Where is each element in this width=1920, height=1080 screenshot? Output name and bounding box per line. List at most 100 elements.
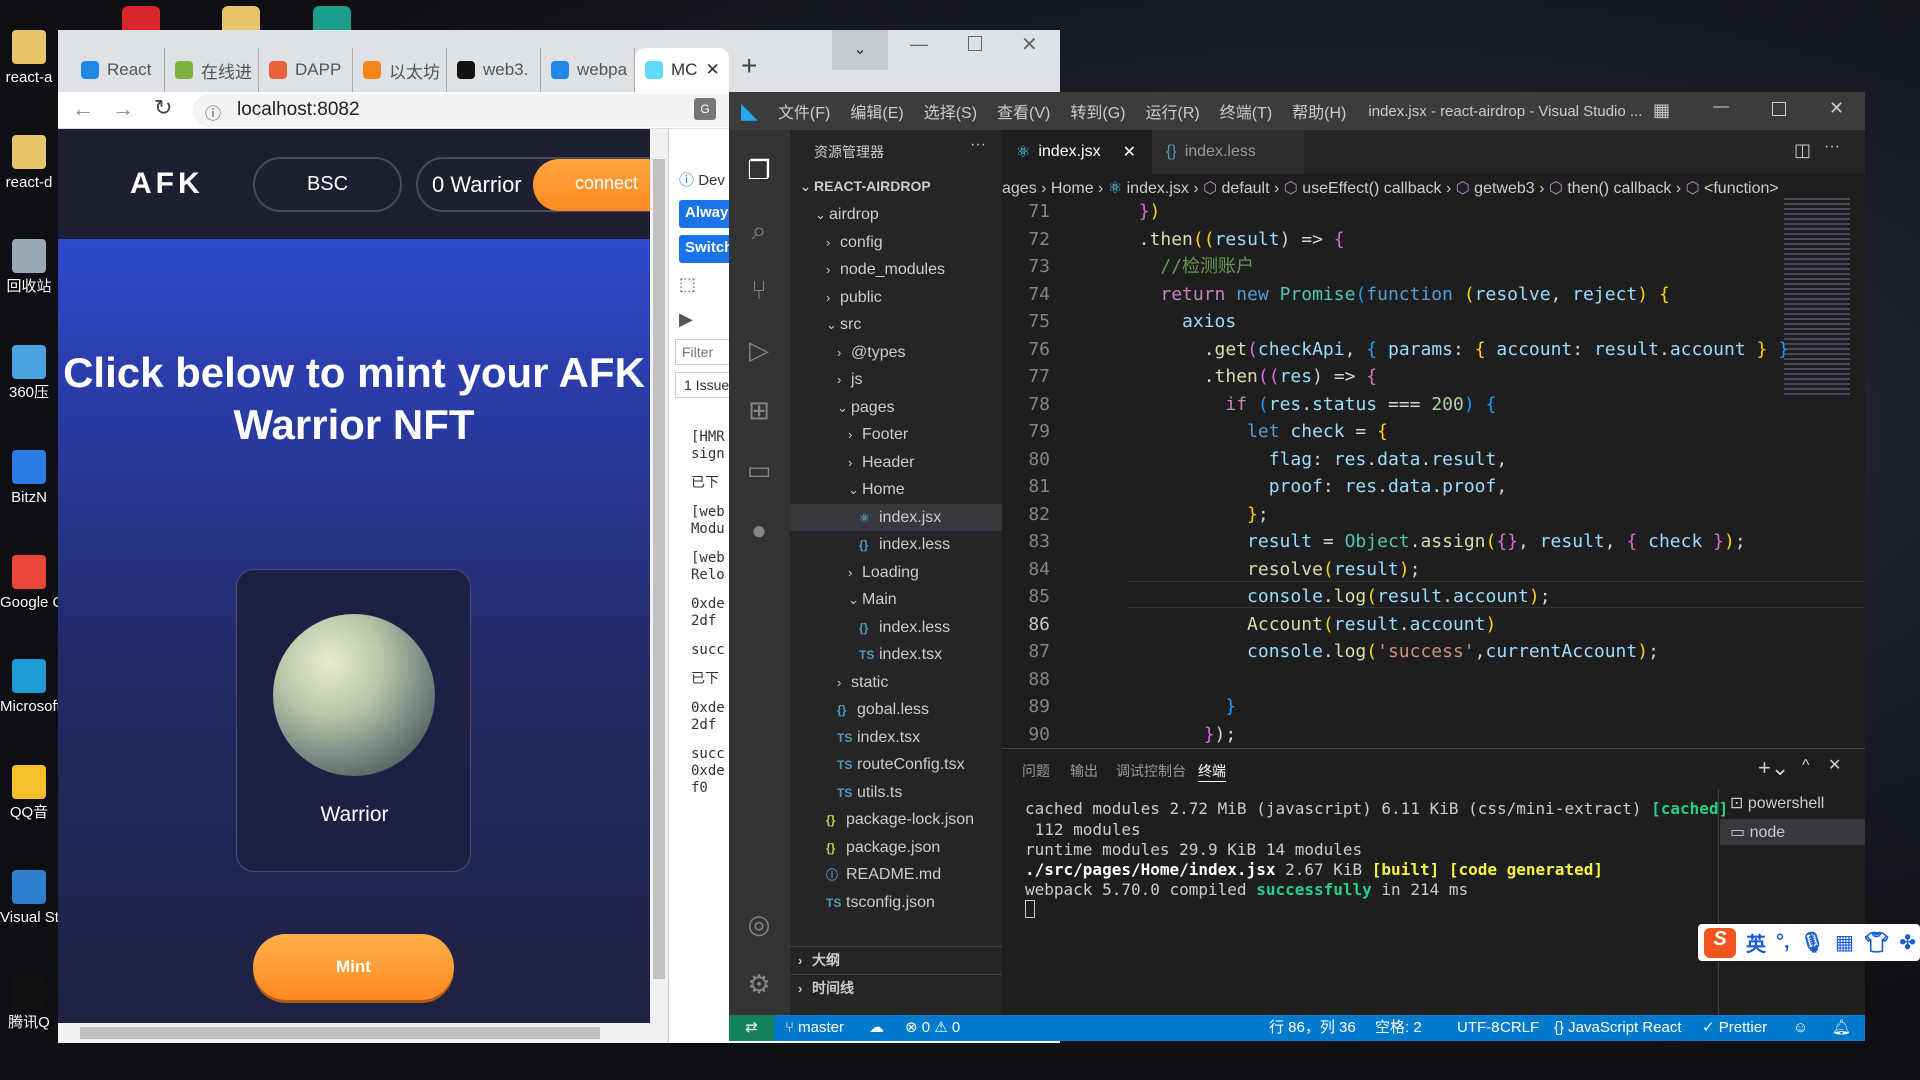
tree-item[interactable]: ⌄ airdrop bbox=[790, 201, 1002, 228]
account-icon[interactable]: ◎ bbox=[743, 908, 775, 940]
tree-item[interactable]: › config bbox=[790, 229, 1002, 256]
tree-item[interactable]: {} index.less bbox=[790, 531, 1002, 558]
tree-item[interactable]: {} index.less bbox=[790, 614, 1002, 641]
tree-item[interactable]: › Header bbox=[790, 449, 1002, 476]
workspace-root[interactable]: ⌄ REACT-AIRDROP bbox=[790, 173, 1002, 200]
code-editor[interactable]: 71 }) 72 .then((result) => {73 //检测账户 74 r… bbox=[1002, 198, 1802, 748]
tree-item[interactable]: TS routeConfig.tsx bbox=[790, 751, 1002, 778]
desktop-icon[interactable]: Google Chrome bbox=[0, 555, 58, 613]
menu-item[interactable]: 运行(R) bbox=[1146, 99, 1200, 123]
menu-item[interactable]: 选择(S) bbox=[924, 99, 977, 123]
remote-explorer-icon[interactable]: ▭ bbox=[743, 454, 775, 486]
tree-item[interactable]: {} gobal.less bbox=[790, 696, 1002, 723]
encoding[interactable]: UTF-8 bbox=[1457, 1015, 1500, 1041]
ime-mode[interactable]: 英 bbox=[1746, 928, 1766, 957]
timeline-section[interactable]: › 时间线 bbox=[790, 974, 1002, 1001]
menu-item[interactable]: 转到(G) bbox=[1070, 99, 1125, 123]
minimize-button[interactable]: — bbox=[910, 34, 928, 55]
maximize-panel-icon[interactable]: ^ bbox=[1802, 757, 1810, 775]
microphone-icon[interactable]: 🎙︎ bbox=[1800, 930, 1825, 955]
terminal-powershell[interactable]: ⊡ powershell bbox=[1730, 793, 1824, 813]
desktop-icon[interactable]: react-a bbox=[0, 30, 58, 88]
desktop-icon[interactable]: 腾讯Q bbox=[0, 975, 58, 1033]
translate-icon[interactable]: G bbox=[694, 98, 716, 120]
notifications-bell-icon[interactable]: 🔔︎ bbox=[1832, 1015, 1851, 1041]
feedback-icon[interactable]: ☺ bbox=[1793, 1015, 1808, 1041]
source-control-icon[interactable]: ⑂ bbox=[743, 274, 775, 306]
afk-logo[interactable]: AFK bbox=[130, 167, 204, 201]
reload-icon[interactable]: ↻ bbox=[154, 95, 172, 121]
layout-icon[interactable]: ▦ bbox=[1653, 100, 1670, 121]
browser-tab[interactable]: webpa bbox=[541, 48, 635, 92]
maximize-button[interactable] bbox=[968, 36, 982, 51]
desktop-icon[interactable]: BitzN bbox=[0, 450, 58, 508]
tree-item[interactable]: ⚛ index.jsx bbox=[790, 503, 1002, 531]
panel-tab[interactable]: 问题 bbox=[1022, 761, 1050, 781]
tree-item[interactable]: TS index.tsx bbox=[790, 724, 1002, 751]
more-actions-icon[interactable]: ··· bbox=[970, 136, 986, 154]
tree-item[interactable]: › static bbox=[790, 669, 1002, 696]
github-icon[interactable]: ● bbox=[743, 514, 775, 546]
breadcrumb-item[interactable]: index.jsx bbox=[1127, 180, 1189, 197]
tree-item[interactable]: ⌄ pages bbox=[790, 394, 1002, 421]
tree-item[interactable]: ⌄ Main bbox=[790, 586, 1002, 613]
breadcrumb-item[interactable]: useEffect() callback bbox=[1302, 180, 1441, 197]
breadcrumb-item[interactable]: ages bbox=[1002, 180, 1037, 197]
menu-item[interactable]: 终端(T) bbox=[1220, 99, 1272, 123]
close-button[interactable]: ✕ bbox=[1021, 32, 1038, 57]
breadcrumb-item[interactable]: Home bbox=[1051, 180, 1094, 197]
network-button[interactable]: BSC bbox=[253, 157, 402, 212]
breadcrumb-item[interactable]: then() callback bbox=[1567, 180, 1671, 197]
close-panel-icon[interactable]: ✕ bbox=[1828, 755, 1841, 775]
page-horizontal-scrollbar[interactable] bbox=[58, 1023, 668, 1043]
panel-tab[interactable]: 输出 bbox=[1070, 761, 1098, 781]
url-bar[interactable]: ⓘ localhost:8082 bbox=[193, 94, 763, 127]
back-icon[interactable]: ← bbox=[72, 96, 94, 122]
prettier-status[interactable]: ✓ Prettier bbox=[1702, 1015, 1767, 1041]
panel-tab[interactable]: 终端 bbox=[1198, 761, 1226, 782]
tab-index-jsx[interactable]: ⚛ index.jsx ✕ bbox=[1002, 130, 1152, 174]
tree-item[interactable]: ⌄ src bbox=[790, 311, 1002, 338]
connect-button[interactable]: connect bbox=[533, 159, 650, 211]
menu-item[interactable]: 编辑(E) bbox=[850, 99, 903, 123]
split-editor-icon[interactable]: ◫ bbox=[1794, 140, 1811, 161]
breadcrumb-item[interactable]: <function> bbox=[1704, 180, 1779, 197]
branch-status[interactable]: ⑂ master bbox=[785, 1015, 844, 1041]
desktop-icon[interactable]: 360压 bbox=[0, 345, 58, 403]
ime-toolbar[interactable]: S 英 °, 🎙︎ ▦ 👕︎ ✤ bbox=[1698, 924, 1920, 961]
tree-item[interactable]: TS index.tsx bbox=[790, 641, 1002, 668]
browser-tab[interactable]: web3. bbox=[447, 48, 541, 92]
browser-tab[interactable]: MC ✕ bbox=[635, 48, 729, 92]
desktop-icon[interactable]: 回收站 bbox=[0, 239, 58, 297]
breadcrumb-item[interactable]: default bbox=[1222, 180, 1270, 197]
minimap[interactable] bbox=[1784, 198, 1850, 398]
menu-item[interactable]: 帮助(H) bbox=[1292, 99, 1346, 123]
new-terminal-icon[interactable]: +⌄ bbox=[1758, 755, 1789, 781]
close-tab-icon[interactable]: ✕ bbox=[1123, 142, 1136, 162]
tree-item[interactable]: ⌄ Home bbox=[790, 476, 1002, 503]
run-debug-icon[interactable]: ▷ bbox=[743, 334, 775, 366]
browser-tab[interactable]: 以太坊 bbox=[353, 48, 447, 92]
tree-item[interactable]: › node_modules bbox=[790, 256, 1002, 283]
inspect-icon[interactable]: ⬚ bbox=[679, 274, 696, 295]
tree-item[interactable]: › public bbox=[790, 284, 1002, 311]
maximize-button[interactable] bbox=[1772, 102, 1786, 116]
indentation[interactable]: 空格: 2 bbox=[1375, 1015, 1422, 1041]
tab-search-chevron-icon[interactable]: ⌄ bbox=[832, 30, 888, 70]
tree-item[interactable]: › js bbox=[790, 366, 1002, 393]
tree-item[interactable]: TS utils.ts bbox=[790, 779, 1002, 806]
tree-item[interactable]: › @types bbox=[790, 339, 1002, 366]
site-info-icon[interactable]: ⓘ bbox=[205, 100, 221, 124]
tab-index-less[interactable]: {} index.less bbox=[1152, 130, 1304, 174]
outline-section[interactable]: › 大纲 bbox=[790, 946, 1002, 973]
tree-item[interactable]: TS tsconfig.json bbox=[790, 889, 1002, 916]
keyboard-icon[interactable]: ▦ bbox=[1835, 930, 1854, 955]
browser-tab[interactable]: DAPP bbox=[259, 48, 353, 92]
browser-tab[interactable]: React bbox=[71, 48, 165, 92]
browser-tab[interactable]: 在线进 bbox=[165, 48, 259, 92]
tree-item[interactable]: ⓘ README.md bbox=[790, 861, 1002, 888]
desktop-icon[interactable]: QQ音 bbox=[0, 765, 58, 823]
terminal-node[interactable]: ▭ node bbox=[1720, 819, 1865, 845]
settings-gear-icon[interactable]: ⚙ bbox=[743, 968, 775, 1000]
close-tab-icon[interactable]: ✕ bbox=[705, 60, 719, 80]
